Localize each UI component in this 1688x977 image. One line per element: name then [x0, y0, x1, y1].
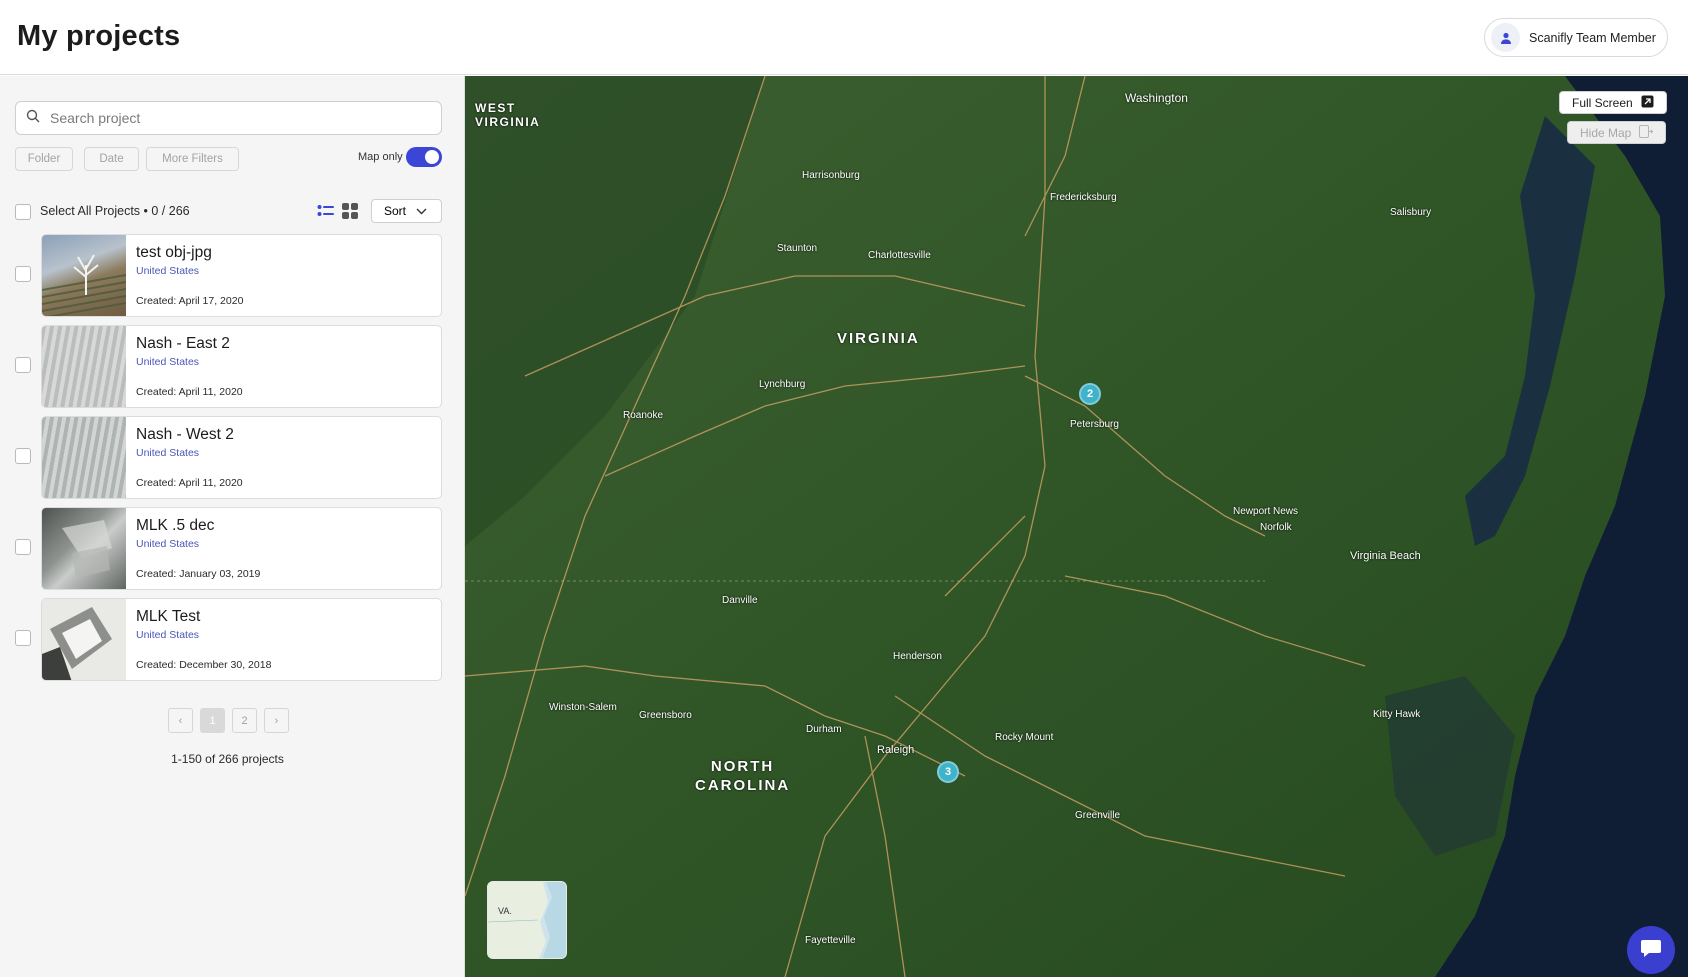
project-card[interactable]: Nash - East 2 United States Created: Apr… [41, 325, 442, 408]
map-label-charlottesville: Charlottesville [868, 250, 931, 261]
select-all-checkbox[interactable] [15, 204, 31, 220]
minimap-label: VA. [498, 906, 512, 916]
map-label-danville: Danville [722, 595, 758, 606]
project-checkbox[interactable] [15, 357, 31, 373]
project-name: Nash - West 2 [136, 426, 234, 443]
map-label-salisbury: Salisbury [1390, 207, 1432, 218]
hide-map-icon [1639, 124, 1654, 141]
map-label-north-carolina: NORTH CAROLINA [695, 758, 791, 794]
project-thumbnail [42, 599, 126, 680]
more-filters-button[interactable]: More Filters [146, 147, 239, 171]
satellite-map-image [465, 76, 1688, 977]
project-checkbox[interactable] [15, 539, 31, 555]
pagination-next-button[interactable]: › [264, 708, 289, 733]
project-country: United States [136, 356, 200, 368]
map-label-staunton: Staunton [777, 243, 818, 254]
project-created-date: Created: April 11, 2020 [136, 386, 243, 398]
chat-support-button[interactable] [1627, 926, 1675, 974]
map-overview-thumbnail[interactable]: VA. [487, 881, 567, 959]
map-label-kitty-hawk: Kitty Hawk [1373, 709, 1421, 720]
map-label-virginia-beach: Virginia Beach [1350, 550, 1421, 562]
map-cluster-marker[interactable]: 2 [1079, 383, 1101, 405]
map-label-harrisonburg: Harrisonburg [802, 170, 860, 181]
project-checkbox[interactable] [15, 448, 31, 464]
project-card[interactable]: MLK Test United States Created: December… [41, 598, 442, 681]
hide-map-label: Hide Map [1580, 125, 1632, 140]
project-thumbnail [42, 326, 126, 407]
map-label-norfolk: Norfolk [1260, 522, 1292, 533]
user-menu-button[interactable]: Scanifly Team Member [1484, 18, 1668, 57]
map-label-durham: Durham [806, 724, 842, 735]
chat-icon [1640, 938, 1662, 963]
pagination-page-1[interactable]: 1 [200, 708, 225, 733]
map-label-winston-salem: Winston-Salem [549, 702, 617, 713]
project-thumbnail [42, 417, 126, 498]
map-only-toggle[interactable] [406, 147, 442, 167]
project-name: Nash - East 2 [136, 335, 230, 352]
project-name: test obj-jpg [136, 244, 212, 261]
date-filter-button[interactable]: Date [84, 147, 139, 171]
pagination-prev-button[interactable]: ‹ [168, 708, 193, 733]
folder-filter-button[interactable]: Folder [15, 147, 73, 171]
map-label-roanoke: Roanoke [623, 410, 664, 421]
project-created-date: Created: April 17, 2020 [136, 295, 244, 307]
project-country: United States [136, 447, 200, 459]
sort-label: Sort [384, 204, 407, 218]
project-country: United States [136, 629, 200, 641]
map-label-greenville: Greenville [1075, 810, 1121, 821]
project-card[interactable]: Nash - West 2 United States Created: Apr… [41, 416, 442, 499]
project-thumbnail [42, 235, 127, 316]
full-screen-button[interactable]: Full Screen [1559, 91, 1667, 114]
select-all-label: Select All Projects • 0 / 266 [40, 204, 190, 218]
pagination-page-2[interactable]: 2 [232, 708, 257, 733]
user-avatar-icon [1491, 23, 1520, 52]
map-label-west-virginia: WEST VIRGINIA [475, 101, 541, 129]
map-label-virginia: VIRGINIA [837, 330, 920, 347]
project-card[interactable]: MLK .5 dec United States Created: Januar… [41, 507, 442, 590]
map-cluster-marker[interactable]: 3 [937, 761, 959, 783]
map-label-henderson: Henderson [893, 651, 942, 662]
full-screen-label: Full Screen [1572, 95, 1633, 110]
map-label-rocky-mount: Rocky Mount [995, 732, 1054, 743]
selection-count: • 0 / 266 [143, 204, 190, 218]
map-only-label: Map only [358, 151, 403, 163]
grid-view-icon[interactable] [341, 202, 359, 225]
user-name: Scanifly Team Member [1529, 30, 1656, 45]
list-view-icon[interactable] [317, 203, 335, 224]
sort-button[interactable]: Sort [371, 199, 442, 223]
map-label-newport-news: Newport News [1233, 506, 1299, 517]
search-icon [26, 109, 40, 128]
map-label-greensboro: Greensboro [639, 710, 692, 721]
pagination-range: 1-150 of 266 projects [171, 752, 284, 766]
project-name: MLK Test [136, 608, 201, 625]
project-sidebar: Folder Date More Filters Map only Select… [0, 76, 465, 977]
map-label-lynchburg: Lynchburg [759, 379, 806, 390]
project-created-date: Created: December 30, 2018 [136, 659, 272, 671]
project-card[interactable]: test obj-jpg United States Created: Apri… [41, 234, 442, 317]
project-name: MLK .5 dec [136, 517, 215, 534]
top-bar: My projects Scanifly Team Member [0, 0, 1688, 75]
chevron-down-icon [416, 204, 427, 218]
project-checkbox[interactable] [15, 630, 31, 646]
project-country: United States [136, 265, 200, 277]
search-input[interactable] [50, 110, 420, 126]
map-label-fayetteville: Fayetteville [805, 935, 856, 946]
search-box[interactable] [15, 101, 442, 135]
project-created-date: Created: April 11, 2020 [136, 477, 243, 489]
project-thumbnail [42, 508, 126, 589]
project-country: United States [136, 538, 200, 550]
project-created-date: Created: January 03, 2019 [136, 568, 261, 580]
hide-map-button[interactable]: Hide Map [1567, 121, 1667, 144]
map-label-washington: Washington [1125, 91, 1188, 105]
map-label-fredericksburg: Fredericksburg [1050, 192, 1117, 203]
map-label-petersburg: Petersburg [1070, 419, 1119, 430]
map-label-raleigh: Raleigh [877, 744, 915, 756]
page-title: My projects [17, 20, 181, 52]
project-map[interactable]: WEST VIRGINIA VIRGINIA NORTH CAROLINA Wa… [465, 76, 1688, 977]
project-checkbox[interactable] [15, 266, 31, 282]
expand-icon [1641, 95, 1654, 111]
